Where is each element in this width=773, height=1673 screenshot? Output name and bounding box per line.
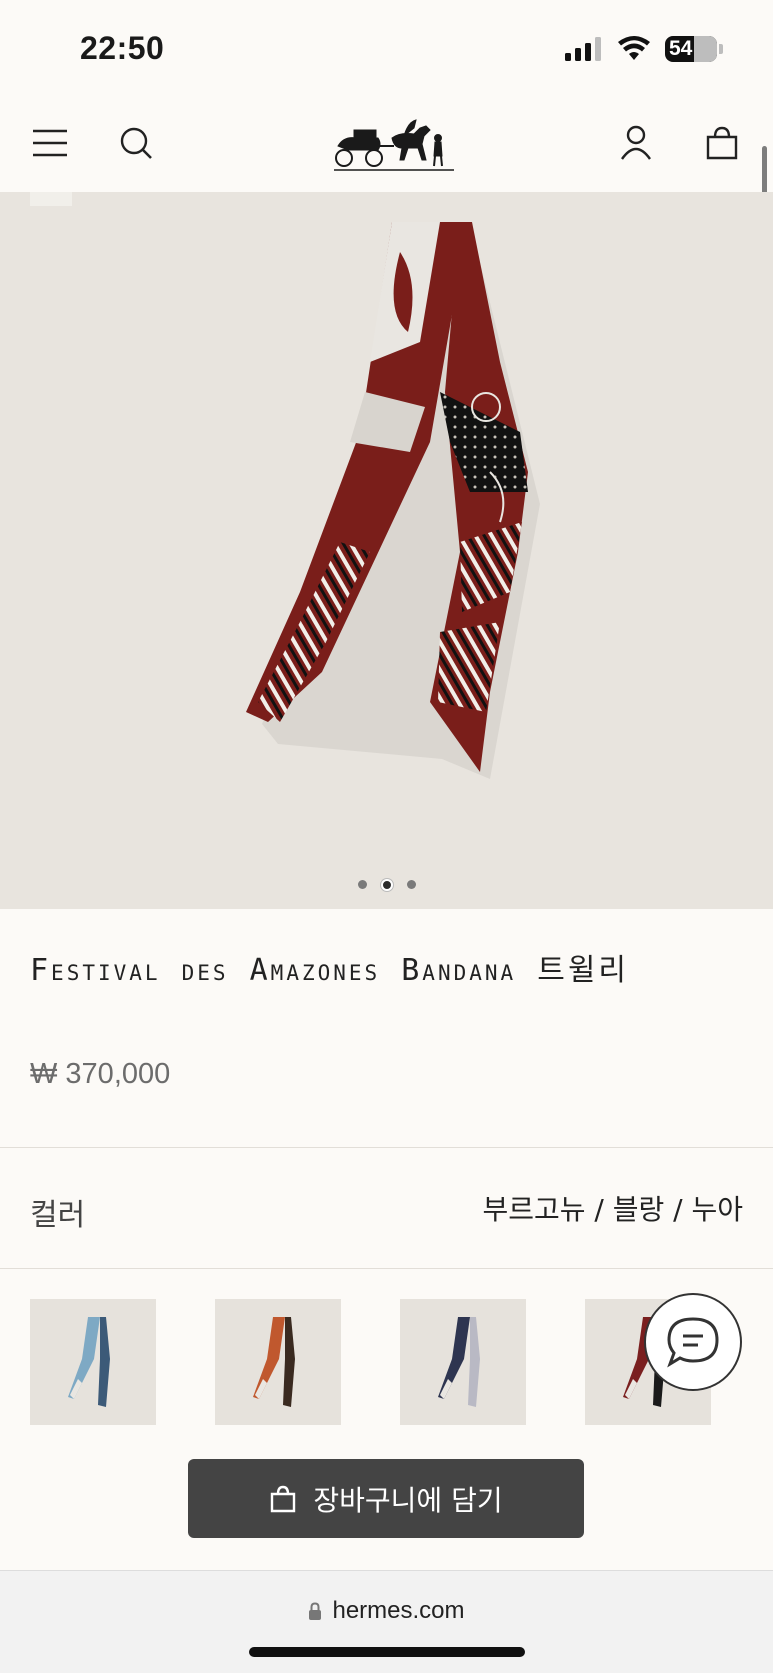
site-header: [0, 94, 773, 192]
status-time: 22:50: [80, 30, 165, 66]
home-indicator[interactable]: [249, 1647, 525, 1657]
wifi-icon: [618, 36, 650, 60]
product-image: [246, 222, 540, 779]
search-icon[interactable]: [114, 121, 158, 165]
carriage-logo[interactable]: [334, 108, 454, 178]
browser-url-bar[interactable]: hermes.com: [0, 1570, 773, 1673]
gallery-pagination: [0, 878, 773, 891]
divider: [0, 1147, 773, 1148]
lock-icon: [309, 1602, 322, 1620]
cellular-signal-icon: [565, 37, 601, 61]
color-value: 부르고뉴 / 블랑 / 누아: [482, 1193, 743, 1226]
shopping-bag-icon[interactable]: [700, 121, 744, 165]
pagination-dot[interactable]: [357, 880, 367, 889]
status-icons: 54: [563, 36, 723, 62]
url-text: hermes.com: [332, 1597, 465, 1624]
divider: [0, 1268, 773, 1269]
add-to-cart-label: 장바구니에 담기: [313, 1483, 503, 1517]
battery-indicator: 54: [665, 36, 717, 62]
color-label: 컬러: [30, 1198, 86, 1233]
product-title: Festival des Amazones Bandana 트윌리: [30, 953, 630, 988]
add-to-cart-button[interactable]: 장바구니에 담기: [188, 1459, 584, 1538]
swatch-orange[interactable]: [215, 1299, 341, 1425]
color-swatches: [30, 1299, 711, 1425]
chat-bubble-icon: [667, 1317, 719, 1368]
swatch-navy[interactable]: [400, 1299, 526, 1425]
chat-button[interactable]: [644, 1293, 742, 1391]
status-bar: 22:50 54: [0, 0, 773, 94]
shopping-bag-icon: [271, 1485, 296, 1512]
url-display[interactable]: hermes.com: [0, 1597, 773, 1625]
pagination-dot-active[interactable]: [380, 878, 393, 891]
battery-level: 54: [669, 37, 693, 60]
user-icon[interactable]: [614, 121, 658, 165]
product-price: ₩ 370,000: [30, 1058, 171, 1090]
product-image-gallery[interactable]: [0, 192, 773, 909]
swatch-blue[interactable]: [30, 1299, 156, 1425]
pagination-dot[interactable]: [406, 880, 416, 889]
hamburger-menu-icon[interactable]: [28, 121, 72, 165]
